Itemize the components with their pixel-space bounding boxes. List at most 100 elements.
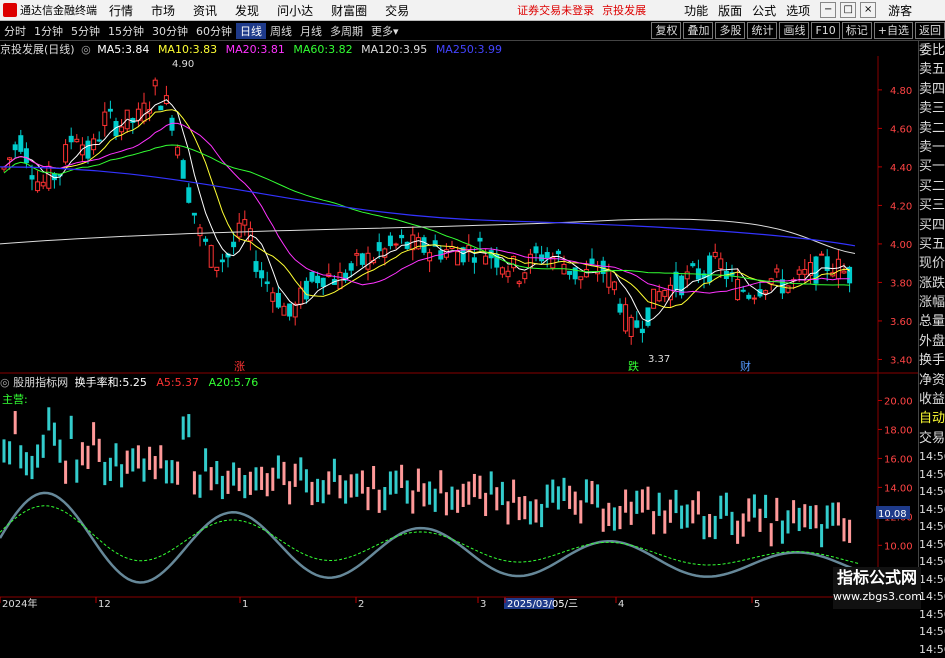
tab-intraday[interactable]: 分时 [0,23,30,39]
indicator-settings-icon[interactable]: ◎ [0,376,10,389]
turnover-bar [97,438,101,462]
add-watchlist-button[interactable]: +自选 [873,22,913,39]
trade-label[interactable]: 交易 [919,429,945,448]
turnover-bar [674,489,678,514]
guest-label[interactable]: 游客 [888,2,912,19]
menu-trade[interactable]: 交易 [385,2,409,19]
quote-field: 换手 [919,353,945,369]
menu-options[interactable]: 选项 [786,2,810,19]
candle-body [544,252,550,258]
menu-wealth[interactable]: 财富圈 [331,2,367,19]
f10-button[interactable]: F10 [811,22,840,39]
turnover-bar [125,450,129,474]
tab-weekly[interactable]: 周线 [266,23,296,39]
marker-finance[interactable]: 财 [740,359,751,373]
turnover-bar [355,473,359,497]
candle-body [35,181,41,192]
candle-body [23,148,29,164]
menu-news[interactable]: 资讯 [193,2,217,19]
kline-chart-area[interactable]: 4.80 4.60 4.40 4.20 4.00 3.80 3.60 3.40 20.00 18… [0,41,918,609]
candle-body [264,281,270,285]
tab-monthly[interactable]: 月线 [296,23,326,39]
turnover-bar [635,490,639,514]
menu-discover[interactable]: 发现 [235,2,259,19]
close-icon[interactable]: × [860,2,877,18]
indicator-line-a5 [0,491,861,584]
candle-body [399,234,405,239]
candle-body [242,219,248,226]
candle-body [746,294,752,299]
candle-body [219,259,225,263]
turnover-bar [114,443,118,467]
turnover-bar [282,461,286,486]
turnover-bar [187,414,191,438]
mark-button[interactable]: 标记 [841,22,872,39]
tab-more[interactable]: 更多▾ [367,23,403,39]
menu-market[interactable]: 市场 [151,2,175,19]
draw-line-button[interactable]: 画线 [779,22,810,39]
auto-label[interactable]: 自动 [919,409,945,428]
turnover-bar [629,501,633,525]
turnover-bar [657,492,661,516]
candle-body [455,251,461,266]
tab-15min[interactable]: 15分钟 [104,23,148,39]
turnover-bar [517,496,521,521]
tab-multi-period[interactable]: 多周期 [326,23,367,39]
multi-stock-button[interactable]: 多股 [715,22,746,39]
back-button[interactable]: 返回 [915,22,945,39]
tab-30min[interactable]: 30分钟 [148,23,192,39]
low-price-label: 3.37 [648,354,670,365]
turnover-bar [820,524,824,548]
minimize-icon[interactable]: − [820,2,837,18]
candle-body [303,280,309,300]
candle-body [320,277,326,287]
tab-1min[interactable]: 1分钟 [30,23,67,39]
turnover-bar [103,461,107,486]
candle-body [421,237,427,253]
turnover-bar [825,505,829,529]
turnover-bar [523,496,527,520]
turnover-bar [383,487,387,511]
tab-daily[interactable]: 日线 [236,22,266,39]
tab-60min[interactable]: 60分钟 [192,23,236,39]
statistics-button[interactable]: 统计 [747,22,778,39]
candle-body [79,144,85,156]
turnover-bar [360,470,364,494]
marker-fall[interactable]: 跌 [628,359,639,373]
candle-body [690,263,696,267]
turnover-bar [758,508,762,532]
tab-5min[interactable]: 5分钟 [67,23,104,39]
turnover-bar [142,458,146,482]
menu-layout[interactable]: 版面 [718,2,742,19]
turnover-bar [696,491,700,515]
turnover-bar [584,479,588,503]
marker-rise[interactable]: 涨 [234,360,245,373]
menu-quotes[interactable]: 行情 [109,2,133,19]
high-price-label: 4.90 [172,59,194,70]
time-tick-label: 5 [754,599,760,609]
turnover-bar [108,457,112,481]
quote-side-panel: 委比 卖五 卖四 卖三 卖二 卖一 买一 买二 买三 买四 买五 现价 涨跌 涨幅 总量 外盘 换手 净资 收益 自… [918,41,945,656]
menu-formula[interactable]: 公式 [752,2,776,19]
restore-rights-button[interactable]: 复权 [651,22,682,39]
quote-field: 外盘 [919,333,945,349]
maximize-icon[interactable]: □ [840,2,857,18]
candle-body [214,266,220,271]
a5-value: 5.37 [174,376,200,389]
turnover-bar [607,502,611,526]
tick-time: 14:56 [919,485,945,499]
menu-ask[interactable]: 问小达 [277,2,313,19]
trade-login-notice[interactable]: 证券交易未登录 [517,2,594,18]
chevron-down-icon: ▾ [393,24,399,38]
turnover-bar [439,470,443,494]
time-tick-label: 1 [242,599,248,609]
candle-body [763,290,769,294]
turnover-bar [131,448,135,472]
indicator-name[interactable]: 股朋指标网 [13,376,68,389]
overlay-button[interactable]: 叠加 [683,22,714,39]
candle-body [707,255,713,283]
candle-body [483,255,489,265]
candle-body [259,270,265,279]
menu-function[interactable]: 功能 [684,2,708,19]
turnover-bar [248,471,252,495]
